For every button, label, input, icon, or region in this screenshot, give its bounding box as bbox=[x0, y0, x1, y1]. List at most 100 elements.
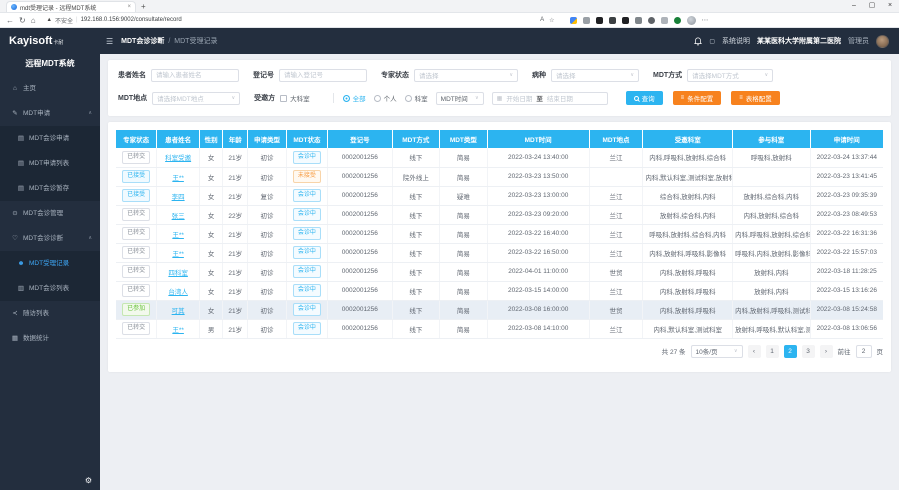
sidebar-item-MDT会诊暂存[interactable]: ▤MDT会诊暂存 bbox=[0, 176, 100, 201]
extension-icon[interactable] bbox=[635, 17, 642, 24]
browser-menu-icon[interactable]: ⋯ bbox=[702, 16, 709, 24]
cell-participating_depts: 放射科,呼吸科,默认科室,测... bbox=[733, 319, 810, 338]
browser-tab[interactable]: mdt受理记录 - 远程MDT系统 × bbox=[6, 1, 136, 12]
favorite-star-icon[interactable]: ☆ bbox=[549, 17, 554, 24]
share-icon: ≺ bbox=[11, 301, 19, 326]
mdt-status-tag: 会诊中 bbox=[293, 189, 321, 202]
cell-age: 22岁 bbox=[223, 205, 248, 224]
extension-icon[interactable] bbox=[622, 17, 629, 24]
register-no-input[interactable] bbox=[279, 69, 367, 82]
refresh-icon[interactable]: ↻ bbox=[19, 13, 26, 28]
page-button-3[interactable]: 3 bbox=[802, 345, 815, 358]
patient-name-link[interactable]: 张三 bbox=[172, 213, 185, 220]
settings-gear-icon[interactable]: ⚙ bbox=[85, 476, 92, 485]
column-header: 申请类型 bbox=[248, 130, 286, 148]
cell-mdt_location: 兰江 bbox=[589, 243, 643, 262]
extension-icon[interactable] bbox=[570, 17, 577, 24]
sidebar-item-MDT会诊申请[interactable]: ▤MDT会诊申请 bbox=[0, 126, 100, 151]
cell-participating_depts: 放射科,内科 bbox=[733, 262, 810, 281]
scope-radio-科室[interactable]: 科室 bbox=[405, 93, 428, 103]
prev-page-button[interactable]: ‹ bbox=[748, 345, 761, 358]
patient-name-link[interactable]: 台湾人 bbox=[168, 289, 188, 296]
back-icon[interactable]: ← bbox=[6, 13, 14, 28]
disease-select[interactable]: 请选择 ∨ bbox=[551, 69, 639, 82]
mdt-time-select[interactable]: MDT时间 ∨ bbox=[436, 92, 484, 105]
scope-radio-全部[interactable]: 全部 bbox=[343, 93, 366, 103]
cell-register_no: 0002001256 bbox=[328, 148, 392, 167]
sidebar-collapse-icon[interactable]: ☰ bbox=[106, 37, 113, 46]
patient-name-link[interactable]: 王** bbox=[172, 232, 184, 239]
extension-icon[interactable] bbox=[583, 17, 590, 24]
radio-icon bbox=[343, 95, 350, 102]
cell-register_no: 0002001256 bbox=[328, 205, 392, 224]
mdt-location-select[interactable]: 请选择MDT地点 ∨ bbox=[152, 92, 240, 105]
sidebar-item-随访列表[interactable]: ≺随访列表 bbox=[0, 301, 100, 326]
chevron-down-icon: ∨ bbox=[630, 72, 634, 78]
extension-icon[interactable] bbox=[674, 17, 681, 24]
cell-gender: 女 bbox=[200, 148, 223, 167]
patient-name-link[interactable]: 李四 bbox=[172, 194, 185, 201]
cell-mdt_type: 简易 bbox=[440, 205, 488, 224]
date-range-picker[interactable]: ▦ 开始日期 至 结束日期 bbox=[492, 92, 608, 105]
expert-status-select[interactable]: 请选择 ∨ bbox=[414, 69, 518, 82]
sidebar-item-MDT会诊管理[interactable]: ⊙MDT会诊管理 bbox=[0, 201, 100, 226]
next-page-button[interactable]: › bbox=[820, 345, 833, 358]
mdt-mode-label: MDT方式 bbox=[653, 70, 682, 80]
extension-icon[interactable] bbox=[596, 17, 603, 24]
search-button-label: 查询 bbox=[642, 93, 655, 103]
page-button-1[interactable]: 1 bbox=[766, 345, 779, 358]
table-row: 已接受李四女21岁复诊会诊中0002001256线下疑难2022-03-23 1… bbox=[116, 186, 883, 205]
extension-icon[interactable] bbox=[648, 17, 655, 24]
cell-age: 21岁 bbox=[223, 243, 248, 262]
notification-bell-icon[interactable] bbox=[694, 37, 702, 46]
close-button[interactable]: × bbox=[881, 0, 899, 12]
url-field[interactable]: ▲ 不安全 | 192.168.0.156:9002/consultate/re… bbox=[41, 15, 561, 26]
condition-config-button[interactable]: ≡ 条件配置 bbox=[673, 91, 722, 105]
system-help-link[interactable]: 系统说明 bbox=[722, 36, 750, 46]
mdt-mode-select[interactable]: 请选择MDT方式 ∨ bbox=[687, 69, 773, 82]
search-button[interactable]: 查询 bbox=[626, 91, 663, 105]
sidebar-item-主页[interactable]: ⌂主页 bbox=[0, 76, 100, 101]
sidebar-item-MDT会诊诊断[interactable]: ♡MDT会诊诊断∧ bbox=[0, 226, 100, 251]
extension-icon[interactable] bbox=[609, 17, 616, 24]
patient-name-link[interactable]: 王** bbox=[172, 175, 184, 182]
page-button-2[interactable]: 2 bbox=[784, 345, 797, 358]
page-size-select[interactable]: 10条/页 ∨ bbox=[691, 345, 743, 358]
sidebar-item-数据统计[interactable]: ▦数据统计 bbox=[0, 326, 100, 351]
sidebar-item-MDT受理记录[interactable]: ☻MDT受理记录 bbox=[0, 251, 100, 276]
tab-close-icon[interactable]: × bbox=[127, 4, 131, 10]
cell-mdt_mode: 线下 bbox=[392, 148, 440, 167]
sidebar-item-label: MDT受理记录 bbox=[29, 251, 69, 276]
home-icon[interactable]: ⌂ bbox=[31, 13, 36, 28]
read-aloud-icon[interactable]: A bbox=[540, 17, 544, 24]
new-tab-button[interactable]: + bbox=[141, 2, 146, 12]
split-screen-icon[interactable] bbox=[661, 17, 668, 24]
goto-page-input[interactable] bbox=[856, 345, 872, 358]
sidebar-item-label: 数据统计 bbox=[23, 326, 49, 351]
patient-name-link[interactable]: 四科室 bbox=[168, 270, 188, 277]
scope-radio-个人[interactable]: 个人 bbox=[374, 93, 397, 103]
cell-mdt_time: 2022-03-24 13:40:00 bbox=[487, 148, 589, 167]
page-buttons: 123 bbox=[766, 345, 815, 358]
sidebar-item-MDT申请[interactable]: ✎MDT申请∧ bbox=[0, 101, 100, 126]
column-header: 受邀科室 bbox=[643, 130, 733, 148]
user-avatar[interactable] bbox=[876, 35, 889, 48]
patient-name-link[interactable]: 王** bbox=[172, 327, 184, 334]
sidebar-item-MDT会诊列表[interactable]: ▥MDT会诊列表 bbox=[0, 276, 100, 301]
patient-name-link[interactable]: 王** bbox=[172, 251, 184, 258]
sidebar-item-label: MDT会诊申请 bbox=[29, 126, 69, 151]
patient-name-link[interactable]: 科室受邀 bbox=[165, 155, 191, 162]
user-icon: ☻ bbox=[17, 251, 25, 276]
browser-profile-avatar[interactable] bbox=[687, 16, 696, 25]
dept-checkbox[interactable] bbox=[280, 95, 287, 102]
restore-button[interactable]: ▢ bbox=[863, 0, 881, 12]
patient-name-input[interactable] bbox=[151, 69, 239, 82]
list-icon: ▤ bbox=[17, 176, 25, 201]
minimize-button[interactable]: – bbox=[845, 0, 863, 12]
cell-gender: 女 bbox=[200, 167, 223, 186]
sidebar-item-MDT申请列表[interactable]: ▤MDT申请列表 bbox=[0, 151, 100, 176]
invited-label: 受邀方 bbox=[254, 93, 275, 103]
patient-name-link[interactable]: 可其 bbox=[172, 308, 185, 315]
table-config-button[interactable]: ≡ 表格配置 bbox=[731, 91, 780, 105]
cell-mdt_time: 2022-03-15 14:00:00 bbox=[487, 281, 589, 300]
